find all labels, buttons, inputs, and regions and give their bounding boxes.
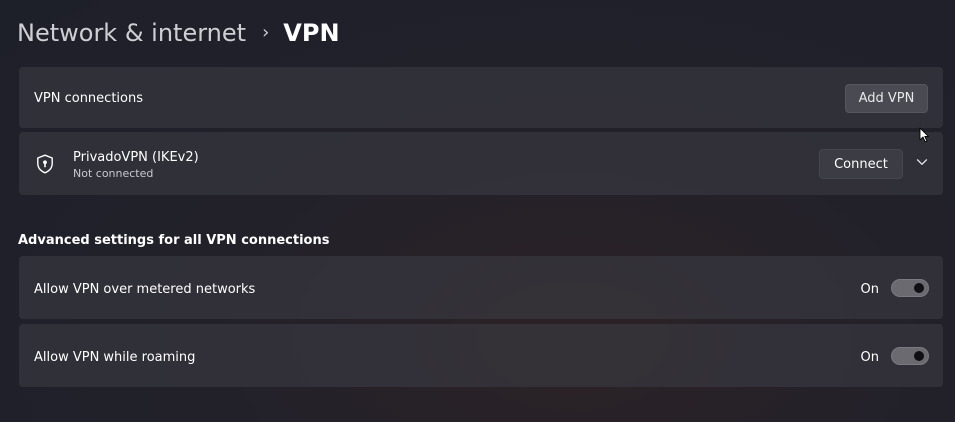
setting-row-roaming: Allow VPN while roaming On xyxy=(19,324,943,387)
connect-button[interactable]: Connect xyxy=(819,149,903,179)
shield-icon xyxy=(37,154,53,174)
chevron-down-icon[interactable] xyxy=(915,155,929,169)
page-title: VPN xyxy=(283,19,340,47)
setting-label-roaming: Allow VPN while roaming xyxy=(34,350,196,365)
vpn-connection-status: Not connected xyxy=(73,167,154,180)
setting-row-metered: Allow VPN over metered networks On xyxy=(19,256,943,319)
vpn-connections-label: VPN connections xyxy=(34,91,143,106)
breadcrumb-parent-network-internet[interactable]: Network & internet xyxy=(17,19,246,47)
vpn-connections-card: VPN connections Add VPN xyxy=(19,67,943,128)
toggle-state-label: On xyxy=(860,350,879,365)
setting-label-metered: Allow VPN over metered networks xyxy=(34,282,256,297)
toggle-state-label: On xyxy=(860,282,879,297)
vpn-connection-item[interactable]: PrivadoVPN (IKEv2) Not connected Connect xyxy=(19,132,943,195)
chevron-right-icon: › xyxy=(262,21,270,43)
advanced-settings-title: Advanced settings for all VPN connection… xyxy=(18,233,330,248)
vpn-connection-name: PrivadoVPN (IKEv2) xyxy=(73,150,199,165)
mouse-cursor-icon xyxy=(919,127,929,143)
toggle-knob xyxy=(914,283,924,293)
breadcrumb: Network & internet › VPN xyxy=(17,14,340,52)
toggle-knob xyxy=(914,351,924,361)
add-vpn-button[interactable]: Add VPN xyxy=(845,84,928,113)
roaming-toggle[interactable] xyxy=(891,347,929,365)
metered-networks-toggle[interactable] xyxy=(891,279,929,297)
